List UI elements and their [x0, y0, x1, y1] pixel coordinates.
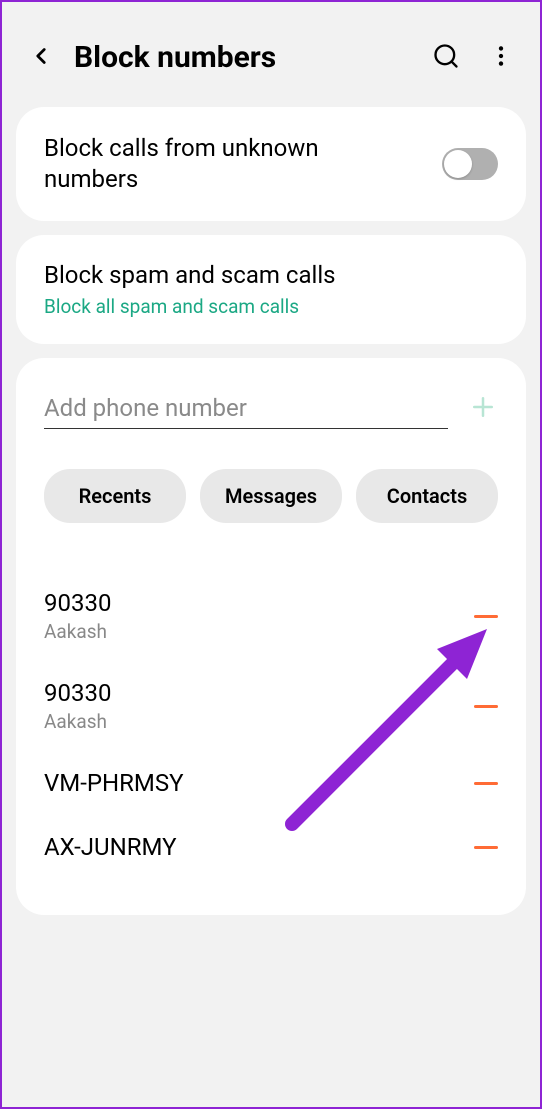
recents-chip[interactable]: Recents	[44, 469, 186, 523]
block-spam-title: Block spam and scam calls	[44, 261, 498, 289]
blocked-item: 90330 Aakash	[44, 571, 498, 661]
block-unknown-card[interactable]: Block calls from unknown numbers	[16, 107, 526, 221]
blocked-number: AX-JUNRMY	[44, 833, 177, 861]
back-icon[interactable]	[28, 43, 54, 73]
blocked-item: AX-JUNRMY	[44, 815, 498, 879]
remove-icon[interactable]	[474, 782, 498, 785]
block-spam-subtitle: Block all spam and scam calls	[44, 295, 498, 318]
search-icon[interactable]	[432, 42, 460, 74]
blocked-info: 90330 Aakash	[44, 679, 111, 733]
blocked-info: AX-JUNRMY	[44, 833, 177, 861]
block-spam-card[interactable]: Block spam and scam calls Block all spam…	[16, 235, 526, 344]
phone-input[interactable]	[44, 388, 448, 429]
blocked-item: VM-PHRMSY	[44, 751, 498, 815]
more-icon[interactable]	[488, 43, 514, 73]
remove-icon[interactable]	[474, 615, 498, 618]
blocked-number: 90330	[44, 589, 111, 617]
blocked-info: VM-PHRMSY	[44, 769, 184, 797]
contacts-chip[interactable]: Contacts	[356, 469, 498, 523]
main-card: Recents Messages Contacts 90330Aakash903…	[16, 358, 526, 915]
blocked-name: Aakash	[44, 710, 111, 733]
messages-chip[interactable]: Messages	[200, 469, 342, 523]
add-icon[interactable]	[468, 392, 498, 426]
page-title: Block numbers	[74, 40, 432, 75]
remove-icon[interactable]	[474, 705, 498, 708]
block-unknown-label: Block calls from unknown numbers	[44, 133, 364, 195]
blocked-number: 90330	[44, 679, 111, 707]
block-unknown-toggle[interactable]	[442, 148, 498, 180]
blocked-item: 90330 Aakash	[44, 661, 498, 751]
blocked-info: 90330 Aakash	[44, 589, 111, 643]
blocked-name: Aakash	[44, 620, 111, 643]
blocked-list: 90330 Aakash 90330 Aakash VM-PHRMSY AX-JUNRMY	[44, 571, 498, 879]
remove-icon[interactable]	[474, 846, 498, 849]
blocked-number: VM-PHRMSY	[44, 769, 184, 797]
